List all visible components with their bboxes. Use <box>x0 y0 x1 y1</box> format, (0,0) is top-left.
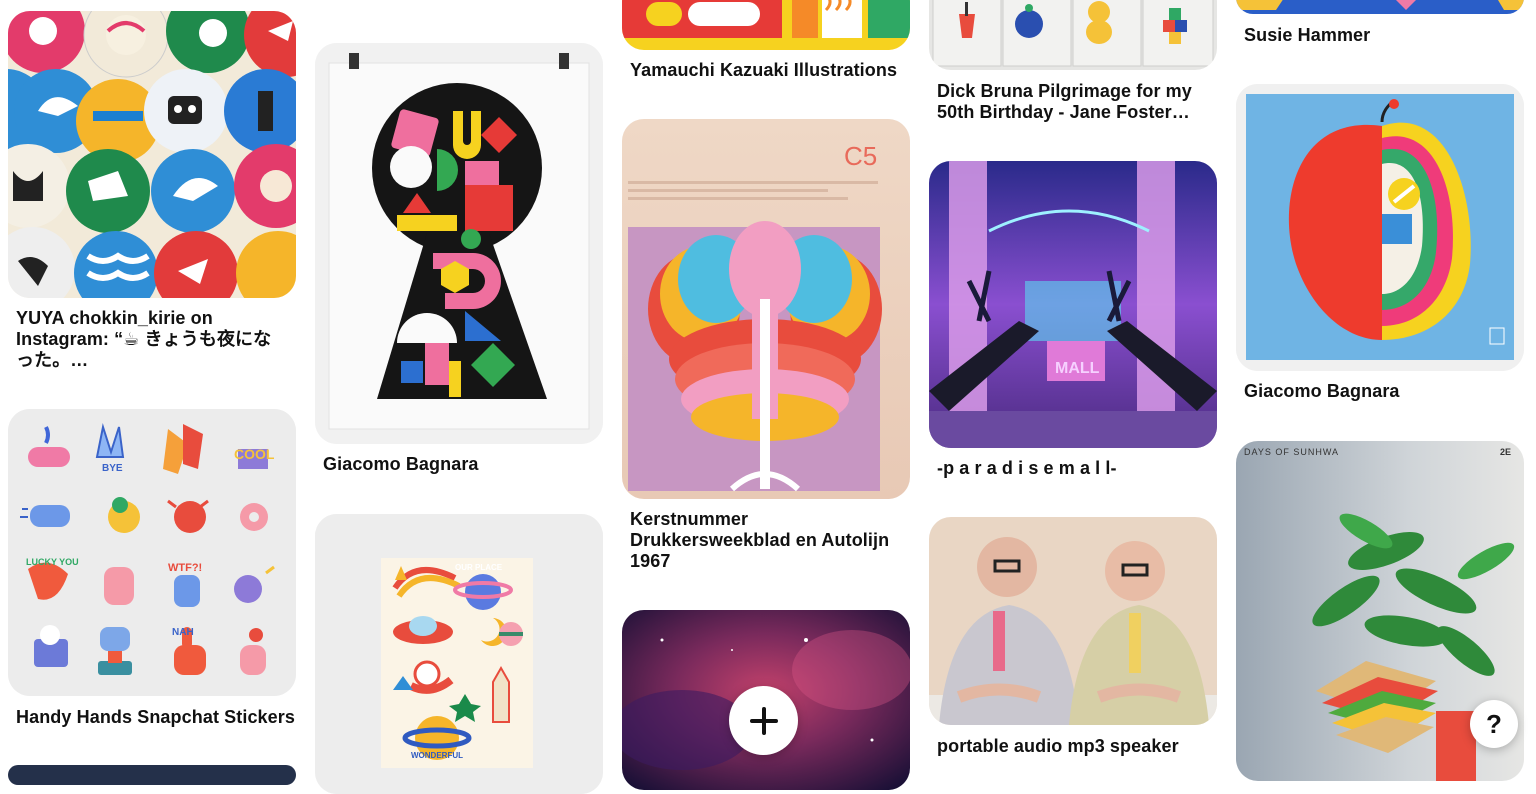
sticker-label-cool: COOL <box>234 446 275 462</box>
pin-caption[interactable]: Giacomo Bagnara <box>1244 381 1516 402</box>
mall-sign: MALL <box>1055 360 1100 377</box>
pin-image-apple[interactable] <box>1236 84 1524 371</box>
pin-image-space-poster[interactable]: OUR PLACE WONDERFUL <box>315 514 603 794</box>
pin-caption[interactable]: Susie Hammer <box>1244 25 1516 46</box>
sticker-crossed <box>104 567 134 605</box>
sticker-label-wtf: WTF?! <box>168 562 202 574</box>
sticker-ok <box>240 503 268 531</box>
poster-code: C5 <box>844 141 877 171</box>
plus-icon <box>749 706 778 735</box>
pin-caption[interactable]: portable audio mp3 speaker <box>937 736 1209 757</box>
pin-image-ronnies[interactable] <box>929 517 1217 725</box>
pin-image-mall[interactable]: MALL <box>929 161 1217 448</box>
pin-image-keyhole[interactable] <box>315 43 603 444</box>
pin-image-partial[interactable] <box>8 765 296 785</box>
pin-image-buttons[interactable] <box>8 11 296 298</box>
pin-caption[interactable]: Yamauchi Kazuaki Illustrations <box>630 60 910 81</box>
add-button[interactable] <box>729 686 798 755</box>
pin-image-yamauchi[interactable] <box>622 0 910 50</box>
pin-caption[interactable]: -p a r a d i s e m a l l- <box>937 458 1209 479</box>
sunhwa-header-logo: 2E <box>1500 447 1511 457</box>
sticker-label-lucky: LUCKY YOU <box>26 557 79 567</box>
sunhwa-header-text: DAYS OF SUNHWA <box>1244 447 1339 457</box>
sticker-wtf <box>174 575 200 607</box>
help-button[interactable]: ? <box>1470 700 1518 748</box>
sticker-label-bye: BYE <box>102 463 123 474</box>
pin-image-bruna[interactable] <box>929 0 1217 70</box>
sticker-label-our-place: OUR PLACE <box>455 563 503 572</box>
pin-image-hands[interactable]: COOL BYE LUCKY YOU WTF?! NAH <box>8 409 296 696</box>
pin-caption[interactable]: YUYA chokkin_kirie on Instagram: “☕︎ きょう… <box>16 308 288 371</box>
pin-caption[interactable]: Kerstnummer Drukkersweekblad en Autolijn… <box>630 509 902 572</box>
pin-caption[interactable]: Handy Hands Snapchat Stickers <box>16 707 296 728</box>
question-icon: ? <box>1486 709 1502 739</box>
pin-image-kerst[interactable]: C5 <box>622 119 910 499</box>
pin-caption[interactable]: Giacomo Bagnara <box>323 454 595 475</box>
sticker-label-wonderful: WONDERFUL <box>411 751 463 760</box>
pin-caption[interactable]: Dick Bruna Pilgrimage for my 50th Birthd… <box>937 81 1209 123</box>
pin-image-susie[interactable] <box>1236 0 1524 14</box>
sticker-label-nah: NAH <box>172 627 194 638</box>
